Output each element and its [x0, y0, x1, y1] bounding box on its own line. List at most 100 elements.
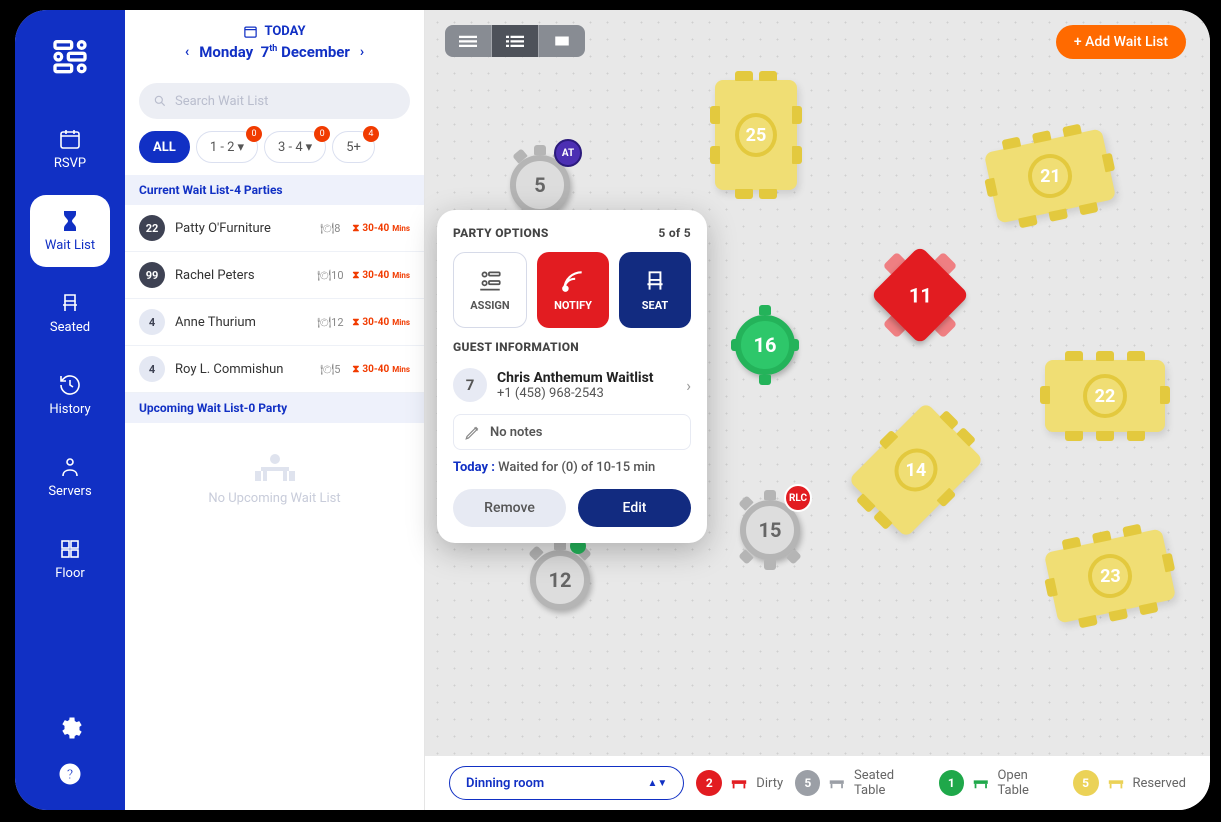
wait-time: ⧗30-40Mins [352, 270, 410, 281]
table-22[interactable]: 22 [1045, 360, 1165, 432]
party-size: 4 [139, 356, 165, 382]
date-text: Monday 7th December [199, 43, 350, 61]
guest-info-title: GUEST INFORMATION [453, 340, 691, 354]
wait-time: ⧗30-40Mins [352, 364, 410, 375]
waitlist-row[interactable]: 99 Rachel Peters 🍽 10 ⧗30-40Mins [125, 252, 424, 299]
help-icon[interactable]: ? [58, 762, 82, 790]
sidebar-item-servers[interactable]: Servers [30, 441, 110, 513]
waitlist-row[interactable]: 4 Anne Thurium 🍽 12 ⧗30-40Mins [125, 299, 424, 346]
floor-plan[interactable]: + Add Wait List 5 AT 12 15 RLC 16 11 [425, 10, 1210, 810]
legend-dirty: 2 Dirty [696, 770, 783, 796]
wait-time: ⧗30-40Mins [352, 223, 410, 234]
server-pin: RLC [784, 484, 812, 512]
popup-buttons: Remove Edit [453, 489, 691, 527]
calendar-icon [243, 24, 258, 39]
app-shell: RSVP Wait List Seated History Servers Fl… [15, 10, 1210, 810]
party-size: 4 [139, 309, 165, 335]
table-15[interactable]: 15 RLC [730, 490, 810, 570]
chevron-right-icon: › [686, 376, 691, 395]
sidebar-bottom: ? [58, 716, 82, 790]
guest-name: Chris Anthemum Waitlist [497, 370, 654, 386]
sidebar-item-history[interactable]: History [30, 359, 110, 431]
seat-button[interactable]: SEAT [619, 252, 691, 328]
guest-name: Rachel Peters [175, 268, 308, 283]
sidebar-item-floor[interactable]: Floor [30, 523, 110, 595]
table-icon [1107, 776, 1125, 790]
table-16[interactable]: 16 [725, 305, 805, 385]
wait-time: ⧗30-40Mins [352, 317, 410, 328]
legend-reserved: 5 Reserved [1073, 770, 1186, 796]
empty-state: No Upcoming Wait List [125, 423, 424, 536]
table-25[interactable]: 25 [715, 80, 797, 190]
sidebar-item-label: RSVP [54, 156, 86, 171]
logo-icon [50, 35, 90, 83]
prev-day-button[interactable]: ‹ [185, 44, 189, 60]
assign-button[interactable]: ASSIGN [453, 252, 527, 328]
empty-table-icon [255, 453, 295, 483]
table-12[interactable]: 12 [520, 540, 600, 620]
view-lines-button[interactable] [445, 25, 491, 57]
filter-chip-3to4[interactable]: 3 - 4▾0 [264, 131, 326, 163]
table-icon [730, 776, 748, 790]
sidebar-item-label: History [49, 402, 90, 417]
panel-header: TODAY ‹ Monday 7th December › [125, 10, 424, 71]
remove-button[interactable]: Remove [453, 489, 566, 527]
legend-bar: Dinning room▲▼ 2 Dirty 5 Seated Table 1 … [425, 756, 1210, 810]
guest-party-size: 7 [453, 368, 487, 402]
legend-seated: 5 Seated Table [795, 768, 927, 798]
server-pin: AT [554, 139, 582, 167]
table-icon [972, 776, 990, 790]
filter-chip-all[interactable]: ALL [139, 131, 190, 163]
current-section-header: Current Wait List-4 Parties [125, 175, 424, 205]
edit-button[interactable]: Edit [578, 489, 691, 527]
gear-icon[interactable] [58, 716, 82, 744]
table-14[interactable]: 14 [848, 402, 984, 538]
view-toolbar [445, 25, 585, 57]
table-mini: 🍽 12 [318, 313, 342, 331]
waitlist-row[interactable]: 22 Patty O'Furniture 🍽 8 ⧗30-40Mins [125, 205, 424, 252]
sidebar-item-label: Floor [55, 566, 85, 581]
party-options-popup: PARTY OPTIONS5 of 5 ASSIGN NOTIFY SEAT G… [437, 210, 707, 543]
table-mini: 🍽 10 [318, 266, 342, 284]
party-size: 99 [139, 262, 165, 288]
filter-chip-5plus[interactable]: 5+4 [332, 131, 375, 163]
sidebar-item-rsvp[interactable]: RSVP [30, 113, 110, 185]
notify-button[interactable]: NOTIFY [537, 252, 609, 328]
sidebar-item-label: Servers [48, 484, 91, 499]
waitlist-panel: TODAY ‹ Monday 7th December › Search Wai… [125, 10, 425, 810]
legend-open: 1 Open Table [939, 768, 1061, 798]
room-select[interactable]: Dinning room▲▼ [449, 766, 684, 800]
table-mini: 🍽 8 [318, 219, 342, 237]
table-icon [828, 776, 846, 790]
upcoming-section-header: Upcoming Wait List-0 Party [125, 393, 424, 423]
guest-name: Patty O'Furniture [175, 221, 308, 236]
sidebar-item-seated[interactable]: Seated [30, 277, 110, 349]
filter-chips: ALL 1 - 2▾0 3 - 4▾0 5+4 [125, 119, 424, 175]
filter-chip-1to2[interactable]: 1 - 2▾0 [196, 131, 258, 163]
waitlist-row[interactable]: 4 Roy L. Commishun 🍽 5 ⧗30-40Mins [125, 346, 424, 393]
view-list-button[interactable] [492, 25, 538, 57]
guest-phone: +1 (458) 968-2543 [497, 386, 654, 401]
sidebar-item-waitlist[interactable]: Wait List [30, 195, 110, 267]
guest-row[interactable]: 7 Chris Anthemum Waitlist +1 (458) 968-2… [453, 362, 691, 414]
guest-name: Anne Thurium [175, 315, 308, 330]
search-input[interactable]: Search Wait List [139, 83, 410, 119]
add-waitlist-button[interactable]: + Add Wait List [1056, 25, 1186, 59]
popup-title: PARTY OPTIONS5 of 5 [453, 226, 691, 240]
view-card-button[interactable] [539, 25, 585, 57]
table-21[interactable]: 21 [984, 128, 1116, 223]
sidebar: RSVP Wait List Seated History Servers Fl… [15, 10, 125, 810]
today-label: TODAY [139, 24, 410, 39]
svg-text:?: ? [67, 767, 74, 783]
search-icon [153, 94, 167, 108]
notes-field[interactable]: No notes [453, 414, 691, 450]
today-wait-line: Today : Waited for (0) of 10-15 min [453, 460, 691, 475]
pencil-icon [464, 423, 482, 441]
table-11[interactable]: 11 [870, 245, 970, 345]
sidebar-item-label: Wait List [45, 238, 95, 253]
date-navigator: ‹ Monday 7th December › [139, 43, 410, 61]
guest-name: Roy L. Commishun [175, 362, 308, 377]
next-day-button[interactable]: › [360, 44, 364, 60]
table-23[interactable]: 23 [1044, 528, 1176, 623]
sidebar-item-label: Seated [50, 320, 90, 335]
